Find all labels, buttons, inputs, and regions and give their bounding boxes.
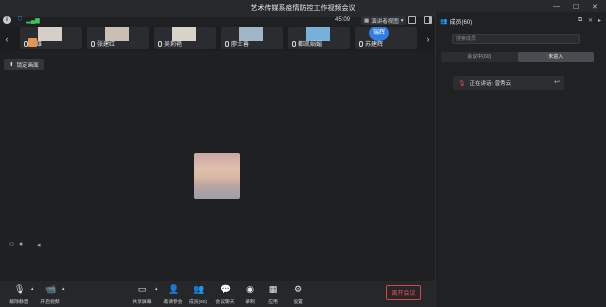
popout-icon[interactable]: ⧉ (578, 17, 582, 24)
grid-icon: ▦ (364, 17, 370, 24)
add-user-icon: 👤 (168, 284, 180, 294)
fullscreen-icon[interactable] (408, 16, 416, 24)
members-panel-title: 👥 成员(60) (440, 17, 472, 26)
lock-view-label: 锁定画面 (16, 62, 39, 69)
collapse-arrow-icon[interactable]: ◂ (37, 241, 41, 249)
share-screen-button[interactable]: ▭ 共享屏幕 (130, 284, 154, 305)
members-button[interactable]: 👥 成员(60) (186, 284, 210, 305)
mic-icon (225, 40, 229, 47)
meeting-timer: 45:09 (335, 17, 351, 23)
mic-icon (292, 40, 296, 47)
lock-view-button[interactable]: ⬆ 锁定画面 (4, 59, 44, 70)
video-options-caret-icon[interactable]: ▴ (62, 286, 65, 292)
apps-label: 应用 (268, 300, 278, 305)
record-icon: ◉ (246, 284, 254, 294)
unmute-label: 解除静音 (9, 300, 29, 305)
members-panel-title-text: 成员(60) (449, 20, 473, 26)
participant-label: 苏建辉 (359, 39, 383, 48)
network-icon[interactable]: ● (19, 241, 23, 248)
status-toolbar: i ⛉ ▂▄▆ (3, 16, 40, 24)
members-search-input[interactable]: 搜索成员 (452, 34, 580, 44)
start-video-button[interactable]: 📹 开启视频 (38, 284, 62, 305)
shield-icon[interactable]: ⛉ (16, 16, 24, 24)
share-screen-icon: ▭ (137, 284, 147, 294)
active-speaker-video[interactable] (194, 153, 240, 199)
speaking-indicator: 🎙 正在讲话: 曾秀云 ↩ (453, 76, 564, 90)
participant-label: 廖士善 (225, 39, 249, 48)
participant-tile[interactable]: 都凯娟媚 (288, 27, 350, 49)
camera-off-icon: 📹 (45, 284, 57, 294)
participant-name: 张建红 (97, 42, 116, 48)
view-mode-select[interactable]: ▦ 演讲者视图 ▾ (361, 16, 407, 25)
participant-label: 都凯娟媚 (292, 39, 322, 48)
chevron-down-icon: ▾ (400, 17, 404, 24)
strip-next-arrow[interactable]: › (424, 31, 432, 47)
apps-icon: ▦ (268, 284, 278, 294)
host-badge-icon (28, 38, 37, 47)
tab-in-meeting[interactable]: 会议中(60) (441, 52, 518, 62)
panel-close-icon[interactable]: ✕ (588, 17, 593, 24)
members-label: 成员(60) (188, 300, 208, 305)
participant-name: 廖士善 (231, 42, 250, 48)
record-button[interactable]: ◉ 录制 (238, 284, 262, 305)
minimize-icon[interactable]: — (553, 3, 560, 10)
mic-icon (359, 40, 363, 47)
chat-icon: 💬 (220, 284, 232, 294)
gear-icon: ⚙ (293, 284, 303, 294)
members-icon: 👥 (193, 284, 205, 294)
participant-label: 张建红 (91, 39, 115, 48)
participant-tile[interactable]: 瑞辉 苏建辉 (355, 27, 417, 49)
view-mode-label: 演讲者视图 (371, 18, 399, 25)
participant-label: 吴莉艳 (158, 39, 182, 48)
mic-muted-icon: 🎙 (458, 80, 466, 87)
leave-meeting-button[interactable]: 离开会议 (386, 285, 421, 300)
participant-name: 都凯娟媚 (298, 42, 323, 48)
participant-tile[interactable]: 廖士善 (221, 27, 283, 49)
invite-label: 邀请参会 (163, 300, 183, 305)
side-panel-toggle-icon[interactable] (424, 16, 432, 24)
mic-off-icon: 🎙 (14, 284, 26, 294)
strip-prev-arrow[interactable]: ‹ (3, 31, 11, 47)
share-screen-label: 共享屏幕 (132, 300, 152, 305)
members-tabs: 会议中(60) 未进入 (441, 52, 594, 62)
pin-icon: ⬆ (9, 61, 14, 68)
audio-options-caret-icon[interactable]: ▴ (31, 286, 34, 292)
reply-arrow-icon[interactable]: ↩ (554, 78, 560, 86)
record-label: 录制 (245, 300, 255, 305)
tab-not-joined[interactable]: 未进入 (517, 52, 594, 62)
mic-icon (91, 40, 95, 47)
signal-icon[interactable]: ▂▄▆ (26, 16, 39, 24)
settings-label: 设置 (293, 300, 303, 305)
members-icon: 👥 (440, 19, 448, 25)
participant-name: 吴莉艳 (164, 42, 183, 48)
start-video-label: 开启视频 (40, 300, 60, 305)
share-options-caret-icon[interactable]: ▴ (155, 286, 158, 292)
participant-strip: ‹ › 陈雄 张建红 吴莉艳 廖士善 都凯娟媚 瑞辉 苏建辉 (0, 27, 435, 51)
participant-name: 苏建辉 (365, 42, 384, 48)
close-icon[interactable]: ✕ (592, 3, 598, 11)
maximize-icon[interactable]: ☐ (573, 3, 579, 11)
info-icon[interactable]: i (3, 16, 11, 24)
unmute-button[interactable]: 🎙 解除静音 (7, 284, 31, 305)
invite-button[interactable]: 👤 邀请参会 (161, 284, 185, 305)
panel-more-icon[interactable]: ▸ (598, 17, 601, 24)
apps-button[interactable]: ▦ 应用 (261, 284, 285, 305)
participant-tile[interactable]: 吴莉艳 (154, 27, 216, 49)
participant-tile[interactable]: 张建红 (87, 27, 149, 49)
chat-button[interactable]: 💬 会议聊天 (213, 284, 237, 305)
chat-label: 会议聊天 (215, 300, 235, 305)
speaking-text: 正在讲话: 曾秀云 (469, 81, 512, 87)
settings-button[interactable]: ⚙ 设置 (286, 284, 310, 305)
emoji-icon[interactable]: ☺ (8, 241, 15, 248)
mic-icon (158, 40, 162, 47)
